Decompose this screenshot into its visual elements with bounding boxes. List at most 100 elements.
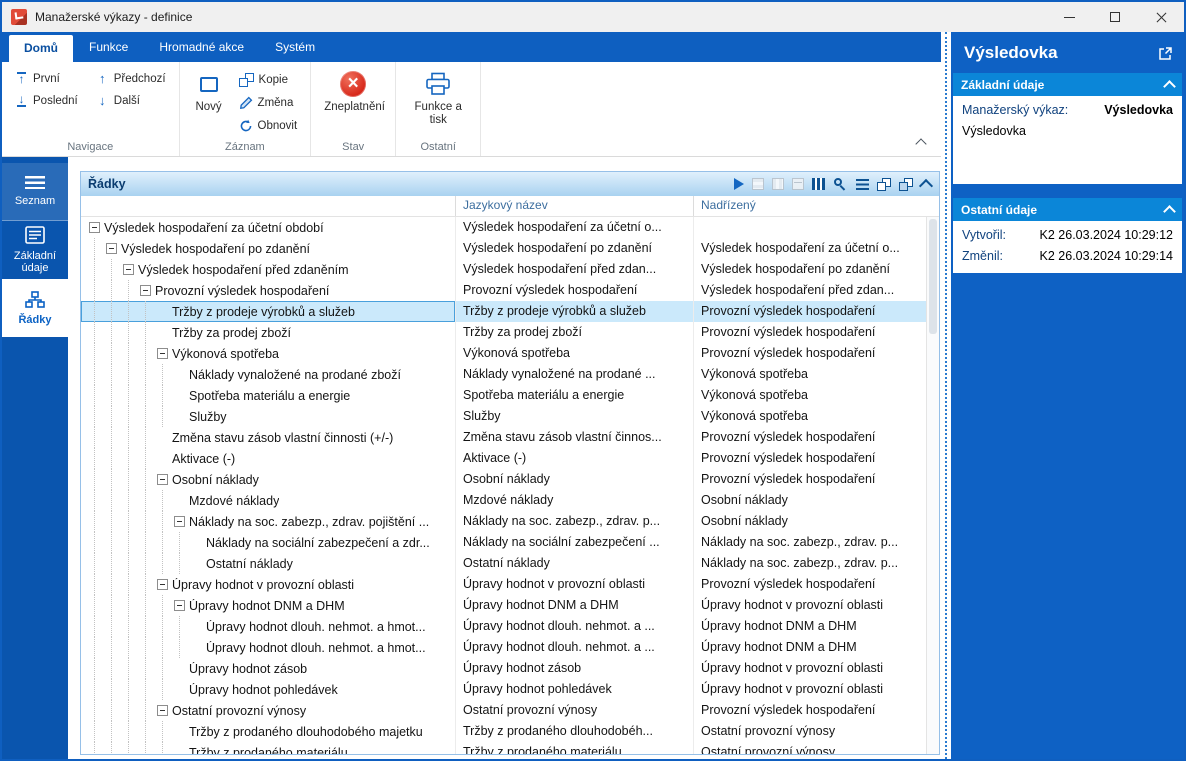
columns-icon[interactable] bbox=[812, 178, 825, 190]
tree-row[interactable]: Úpravy hodnot dlouh. nehmot. a hmot... Úp… bbox=[81, 637, 939, 658]
close-button[interactable] bbox=[1138, 2, 1184, 32]
tab-funkce[interactable]: Funkce bbox=[74, 32, 143, 62]
collapse-toggle-icon[interactable] bbox=[123, 264, 134, 275]
tree-row[interactable]: Náklady na sociální zabezpečení a zdr...… bbox=[81, 532, 939, 553]
tab-system[interactable]: Systém bbox=[260, 32, 330, 62]
tree-row[interactable]: Úpravy hodnot dlouh. nehmot. a hmot... Úp… bbox=[81, 616, 939, 637]
tree-row[interactable]: Provozní výsledek hospodaření Provozní vý… bbox=[81, 280, 939, 301]
previous-button[interactable]: Předchozí bbox=[89, 68, 173, 89]
cell-parent-name: Výsledek hospodaření po zdanění bbox=[693, 259, 939, 280]
row-title: Spotřeba materiálu a energie bbox=[189, 388, 351, 403]
new-window-icon[interactable] bbox=[877, 177, 891, 191]
tree-row[interactable]: Úpravy hodnot DNM a DHM Úpravy hodnot DNM… bbox=[81, 595, 939, 616]
ribbon: První Předchozí Poslední Další bbox=[2, 62, 941, 157]
tree-guide bbox=[123, 637, 140, 658]
tree-row[interactable]: Služby Služby Výkonová spotřeba bbox=[81, 406, 939, 427]
tree-guide bbox=[123, 595, 140, 616]
duplicate-window-icon[interactable] bbox=[899, 177, 913, 191]
sidebar-item-seznam[interactable]: Seznam bbox=[2, 163, 68, 221]
tree-guide bbox=[140, 679, 157, 700]
sidebar-item-radky[interactable]: Řádky bbox=[2, 279, 68, 337]
cell-parent-name: Úpravy hodnot DNM a DHM bbox=[693, 616, 939, 637]
tree-row[interactable]: Tržby za prodej zboží Tržby za prodej zbo… bbox=[81, 322, 939, 343]
cell-parent-name bbox=[693, 217, 939, 238]
first-button[interactable]: První bbox=[8, 68, 85, 89]
tree-row[interactable]: Výkonová spotřeba Výkonová spotřeba Provoz… bbox=[81, 343, 939, 364]
tree-row[interactable]: Ostatní provozní výnosy Ostatní provozní … bbox=[81, 700, 939, 721]
tree-row[interactable]: Mzdové náklady Mzdové náklady Osobní nákla… bbox=[81, 490, 939, 511]
ribbon-collapse-button[interactable] bbox=[913, 136, 929, 150]
collapse-toggle-icon[interactable] bbox=[106, 243, 117, 254]
collapse-toggle-icon[interactable] bbox=[140, 285, 151, 296]
column-header-parent[interactable]: Nadřízený bbox=[693, 196, 939, 216]
collapse-toggle-icon[interactable] bbox=[157, 348, 168, 359]
cell-parent-name: Výkonová spotřeba bbox=[693, 385, 939, 406]
popout-button[interactable] bbox=[1156, 44, 1174, 62]
sidebar-item-zakladni-udaje[interactable]: Základní údaje bbox=[2, 221, 68, 279]
tree-row[interactable]: Náklady na soc. zabezp., zdrav. pojištěn… bbox=[81, 511, 939, 532]
collapse-icon[interactable] bbox=[918, 178, 934, 194]
tree-guide bbox=[89, 427, 106, 448]
column-header-tree[interactable] bbox=[81, 196, 455, 216]
tree-row[interactable]: Výsledek hospodaření po zdanění Výsledek … bbox=[81, 238, 939, 259]
column-header-language-name[interactable]: Jazykový název bbox=[455, 196, 693, 216]
tree-guide bbox=[89, 385, 106, 406]
collapse-toggle-icon[interactable] bbox=[174, 516, 185, 527]
tree-row[interactable]: Spotřeba materiálu a energie Spotřeba mat… bbox=[81, 385, 939, 406]
ribbon-group-navigace: První Předchozí Poslední Další bbox=[2, 62, 180, 156]
tree-guide bbox=[123, 700, 140, 721]
tree-row[interactable]: Tržby z prodaného dlouhodobého majetku Tr… bbox=[81, 721, 939, 742]
collapse-toggle-icon[interactable] bbox=[89, 222, 100, 233]
tree-row[interactable]: Tržby z prodeje výrobků a služeb Tržby z … bbox=[81, 301, 939, 322]
change-button[interactable]: Změna bbox=[232, 92, 305, 113]
invalidate-button[interactable]: Zneplatnění bbox=[317, 66, 389, 114]
content-area: Řádky Jazykový název Nadřízený Výsledek … bbox=[68, 157, 941, 759]
functions-print-button[interactable]: Funkce a tisk bbox=[402, 66, 474, 127]
cell-parent-name: Ostatní provozní výnosy bbox=[693, 721, 939, 742]
maximize-button[interactable] bbox=[1092, 2, 1138, 32]
run-icon[interactable] bbox=[734, 178, 744, 190]
cell-language-name: Výkonová spotřeba bbox=[455, 343, 693, 364]
vertical-scrollbar[interactable] bbox=[926, 217, 939, 754]
tab-domu[interactable]: Domů bbox=[9, 35, 73, 62]
tree-row[interactable]: Výsledek hospodaření za účetní období Výs… bbox=[81, 217, 939, 238]
refresh-button[interactable]: Obnovit bbox=[232, 115, 305, 136]
previous-icon bbox=[96, 72, 109, 85]
tree-row[interactable]: Tržby z prodaného materiálu Tržby z proda… bbox=[81, 742, 939, 754]
collapse-toggle-icon[interactable] bbox=[157, 474, 168, 485]
tree-row[interactable]: Osobní náklady Osobní náklady Provozní výs… bbox=[81, 469, 939, 490]
minimize-button[interactable] bbox=[1046, 2, 1092, 32]
tree-guide bbox=[106, 280, 123, 301]
last-button[interactable]: Poslední bbox=[8, 90, 85, 111]
tree-row[interactable]: Úpravy hodnot zásob Úpravy hodnot zásob Úp… bbox=[81, 658, 939, 679]
tree-row[interactable]: Úpravy hodnot v provozní oblasti Úpravy h… bbox=[81, 574, 939, 595]
panel-splitter[interactable] bbox=[941, 32, 951, 759]
copy-button[interactable]: Kopie bbox=[232, 69, 305, 90]
cell-parent-name: Úpravy hodnot v provozní oblasti bbox=[693, 595, 939, 616]
collapse-toggle-icon[interactable] bbox=[157, 579, 168, 590]
next-button[interactable]: Další bbox=[89, 90, 173, 111]
tab-hromadne-akce[interactable]: Hromadné akce bbox=[144, 32, 259, 62]
menu-icon[interactable] bbox=[856, 178, 869, 190]
tree-row[interactable]: Výsledek hospodaření před zdaněním Výsled… bbox=[81, 259, 939, 280]
tree-guide bbox=[157, 532, 174, 553]
tree-guide bbox=[140, 658, 157, 679]
scrollbar-thumb[interactable] bbox=[929, 219, 937, 334]
section-other-header[interactable]: Ostatní údaje bbox=[953, 198, 1182, 221]
row-title: Aktivace (-) bbox=[172, 451, 236, 466]
new-button[interactable]: Nový bbox=[186, 66, 232, 114]
collapse-toggle-icon[interactable] bbox=[174, 600, 185, 611]
tree-row[interactable]: Úpravy hodnot pohledávek Úpravy hodnot po… bbox=[81, 679, 939, 700]
tree-row[interactable]: Změna stavu zásob vlastní činnosti (+/-)… bbox=[81, 427, 939, 448]
tree-row[interactable]: Náklady vynaložené na prodané zboží Nákla… bbox=[81, 364, 939, 385]
tree-row[interactable]: Aktivace (-) Aktivace (-) Provozní výslede… bbox=[81, 448, 939, 469]
collapse-toggle-icon[interactable] bbox=[157, 705, 168, 716]
tree-row[interactable]: Ostatní náklady Ostatní náklady Náklady na… bbox=[81, 553, 939, 574]
tree-guide bbox=[174, 637, 191, 658]
cell-language-name: Úpravy hodnot dlouh. nehmot. a ... bbox=[455, 616, 693, 637]
tree-guide bbox=[89, 574, 106, 595]
zoom-settings-icon[interactable] bbox=[833, 177, 848, 192]
tree-guide bbox=[106, 637, 123, 658]
section-basic-header[interactable]: Základní údaje bbox=[953, 73, 1182, 96]
next-label: Další bbox=[113, 94, 140, 107]
